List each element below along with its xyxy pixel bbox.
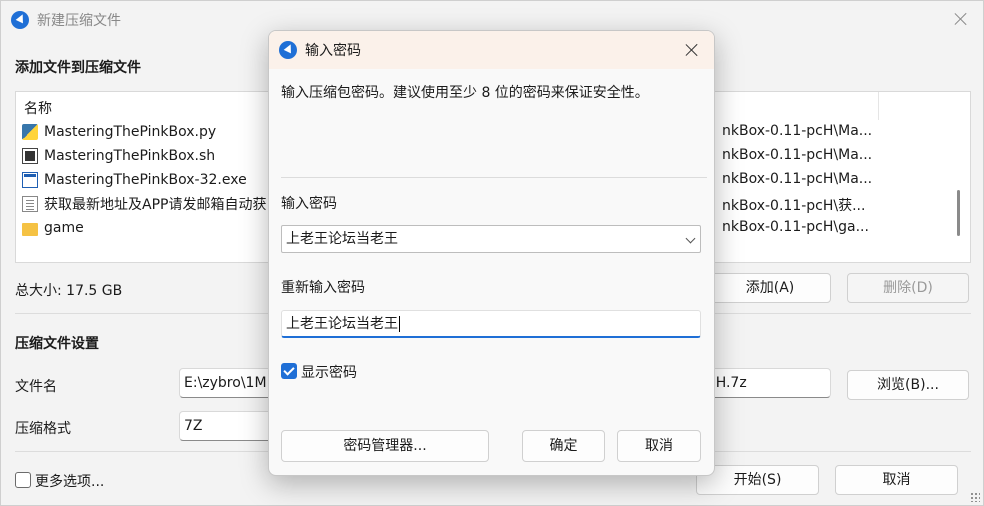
more-options-label[interactable]: 更多选项... bbox=[35, 471, 104, 491]
reenter-password-value: 上老王论坛当老王 bbox=[286, 316, 398, 332]
more-options-checkbox[interactable] bbox=[15, 472, 31, 488]
show-password-checkbox[interactable] bbox=[281, 363, 297, 379]
main-close-button[interactable] bbox=[951, 9, 971, 29]
filename-label: 文件名 bbox=[15, 379, 57, 395]
password-value: 上老王论坛当老王 bbox=[286, 231, 398, 247]
file-path: nkBox-0.11-pcH\ga... bbox=[722, 219, 869, 235]
file-path: nkBox-0.11-pcH\Ma... bbox=[722, 147, 873, 163]
ok-button[interactable]: 确定 bbox=[522, 430, 605, 462]
file-path: nkBox-0.11-pcH\Ma... bbox=[722, 123, 873, 139]
browse-button[interactable]: 浏览(B)... bbox=[847, 370, 969, 400]
file-name: 获取最新地址及APP请发邮箱自动获 bbox=[44, 197, 267, 213]
settings-section-title: 压缩文件设置 bbox=[15, 336, 99, 352]
password-dialog: 输入密码 输入压缩包密码。建议使用至少 8 位的密码来保证安全性。 输入密码 上… bbox=[268, 30, 715, 476]
close-icon bbox=[954, 12, 968, 26]
list-item[interactable]: 获取最新地址及APP请发邮箱自动获 bbox=[22, 193, 266, 215]
chevron-down-icon[interactable] bbox=[685, 233, 696, 244]
remove-button[interactable]: 删除(D) bbox=[847, 273, 969, 303]
password-combo[interactable]: 上老王论坛当老王 bbox=[281, 225, 701, 253]
main-cancel-button[interactable]: 取消 bbox=[835, 465, 958, 495]
list-scrollbar[interactable] bbox=[957, 190, 960, 236]
text-file-icon bbox=[22, 196, 38, 212]
password-manager-button[interactable]: 密码管理器... bbox=[281, 430, 489, 462]
dialog-close-button[interactable] bbox=[682, 40, 702, 60]
file-name: game bbox=[44, 220, 84, 236]
file-path: nkBox-0.11-pcH\Ma... bbox=[722, 171, 873, 187]
total-size-text: 总大小: 17.5 GB bbox=[15, 283, 123, 299]
reenter-password-field[interactable]: 上老王论坛当老王 bbox=[281, 310, 701, 338]
file-path: nkBox-0.11-pcH\获... bbox=[722, 198, 866, 214]
file-name: MasteringThePinkBox-32.exe bbox=[44, 172, 247, 188]
column-divider[interactable] bbox=[878, 92, 879, 120]
dialog-cancel-button[interactable]: 取消 bbox=[617, 430, 701, 462]
password-label: 输入密码 bbox=[281, 196, 337, 212]
main-window-title: 新建压缩文件 bbox=[37, 13, 121, 29]
folder-icon bbox=[22, 222, 38, 236]
close-icon bbox=[685, 43, 699, 57]
filename-value: E:\zybro\1M bbox=[184, 375, 267, 391]
file-name: MasteringThePinkBox.sh bbox=[44, 148, 216, 164]
column-header-name[interactable]: 名称 bbox=[24, 98, 52, 118]
list-item[interactable]: MasteringThePinkBox.sh bbox=[22, 145, 215, 167]
app-logo-icon bbox=[279, 41, 297, 59]
dialog-titlebar: 输入密码 bbox=[269, 31, 714, 69]
divider bbox=[281, 177, 707, 178]
add-files-section-title: 添加文件到压缩文件 bbox=[15, 60, 141, 76]
format-value: 7Z bbox=[184, 418, 203, 434]
list-item[interactable]: MasteringThePinkBox.py bbox=[22, 121, 216, 143]
add-button[interactable]: 添加(A) bbox=[709, 273, 831, 303]
shell-file-icon bbox=[22, 148, 38, 164]
file-name: MasteringThePinkBox.py bbox=[44, 124, 217, 140]
list-item[interactable]: MasteringThePinkBox-32.exe bbox=[22, 169, 247, 191]
show-password-label[interactable]: 显示密码 bbox=[301, 362, 357, 382]
format-label: 压缩格式 bbox=[15, 421, 71, 437]
python-file-icon bbox=[22, 124, 38, 140]
text-caret bbox=[399, 316, 400, 332]
list-item[interactable]: game bbox=[22, 217, 84, 239]
dialog-title: 输入密码 bbox=[305, 43, 361, 59]
dialog-description: 输入压缩包密码。建议使用至少 8 位的密码来保证安全性。 bbox=[281, 85, 649, 101]
resize-grip[interactable] bbox=[970, 492, 980, 502]
exe-file-icon bbox=[22, 172, 38, 188]
app-logo-icon bbox=[11, 11, 29, 29]
reenter-password-label: 重新输入密码 bbox=[281, 280, 365, 296]
